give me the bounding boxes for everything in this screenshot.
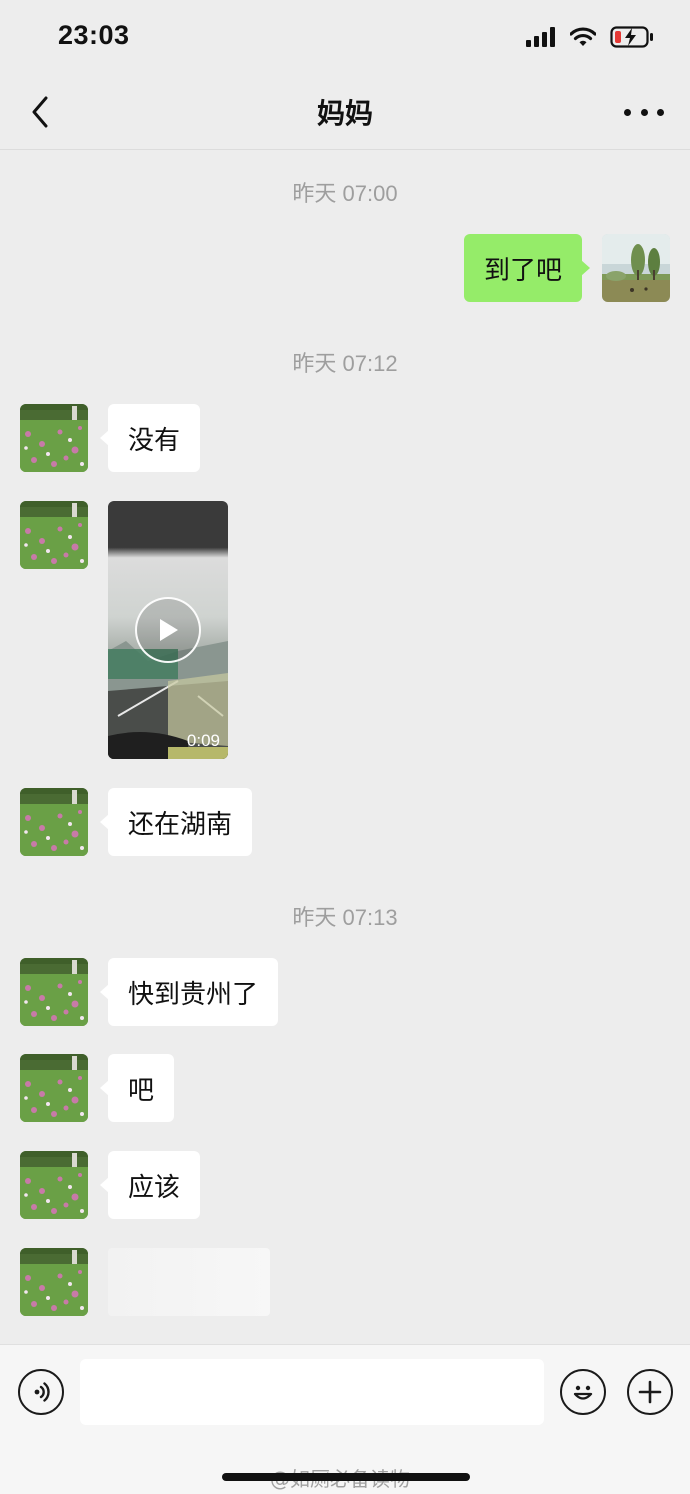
emoji-icon	[573, 1385, 593, 1400]
message-bubble-out[interactable]: 到了吧	[463, 234, 591, 302]
message-bubble-in[interactable]: 吧	[99, 1054, 175, 1122]
avatar-mom[interactable]	[20, 1054, 88, 1122]
status-bar: 23:03	[0, 0, 690, 78]
voice-icon	[34, 1382, 50, 1402]
signal-icon	[526, 27, 556, 51]
timestamp: 昨天 07:13	[292, 905, 398, 930]
message-bubble-in[interactable]: 没有	[99, 404, 201, 472]
avatar-mom[interactable]	[20, 788, 88, 856]
timestamp: 昨天 07:00	[292, 181, 398, 206]
message-bubble-in[interactable]: 快到贵州了	[99, 958, 279, 1026]
emoji-button[interactable]	[560, 1369, 606, 1415]
avatar-mom[interactable]	[20, 501, 88, 569]
avatar-self[interactable]	[602, 234, 670, 302]
more-dot	[624, 108, 631, 116]
nav-bar: 妈妈	[0, 78, 690, 150]
video-duration: 0:09	[186, 731, 220, 750]
message-bubble-in[interactable]: 还在湖南	[99, 788, 253, 856]
timestamp: 昨天 07:12	[292, 351, 398, 376]
chat-title: 妈妈	[316, 97, 373, 130]
more-dot	[657, 108, 664, 116]
play-button[interactable]	[135, 597, 201, 663]
voice-button[interactable]	[18, 1369, 64, 1415]
video-message[interactable]: 0:09	[108, 501, 228, 759]
status-icons	[526, 26, 654, 52]
battery-charging-icon	[610, 26, 654, 52]
message-input[interactable]	[80, 1359, 544, 1425]
plus-button[interactable]	[627, 1369, 673, 1415]
more-button[interactable]	[624, 100, 664, 124]
input-bar: @如厕必备读物	[0, 1344, 690, 1494]
avatar-mom[interactable]	[20, 1248, 88, 1316]
message-bubble-in[interactable]: 应该	[99, 1151, 201, 1219]
home-indicator	[222, 1473, 470, 1481]
avatar-mom[interactable]	[20, 1151, 88, 1219]
avatar-mom[interactable]	[20, 958, 88, 1026]
more-dot	[640, 108, 648, 116]
play-icon	[160, 619, 178, 641]
plus-icon	[638, 1380, 662, 1404]
wifi-icon	[569, 27, 597, 51]
avatar-mom[interactable]	[20, 404, 88, 472]
status-time: 23:03	[58, 20, 130, 50]
chat-area[interactable]: 昨天 07:00 到了吧 昨天 07:12 没有 0:09 还在湖南 昨天 07…	[0, 150, 690, 1344]
message-bubble-blank[interactable]	[108, 1248, 270, 1316]
